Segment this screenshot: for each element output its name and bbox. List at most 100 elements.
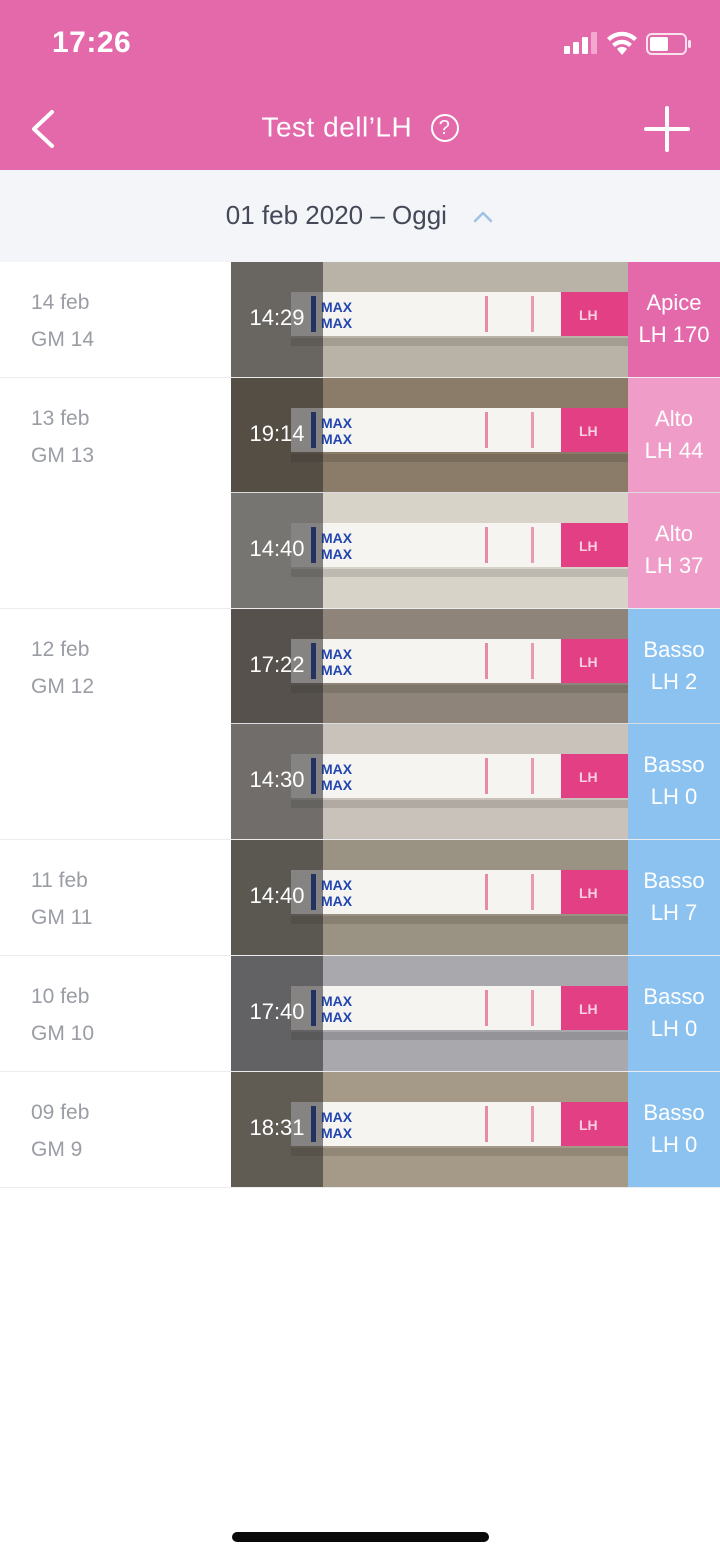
strip-max-label: MAX	[321, 530, 353, 546]
day-date: 09 feb	[31, 1101, 90, 1124]
strip-max-label: MAX	[321, 761, 353, 777]
help-icon[interactable]: ?	[430, 113, 459, 142]
result-level: Basso	[643, 752, 705, 777]
result-value: LH 0	[650, 784, 698, 809]
strip-max-label: MAX	[321, 646, 353, 662]
result-badge: Basso LH 2	[628, 609, 720, 723]
result-value: LH 2	[650, 669, 698, 694]
strip-max-label: MAX	[321, 315, 353, 331]
page-title: Test dell’LH ?	[0, 110, 720, 144]
result-level: Alto	[655, 521, 693, 546]
page-title-text: Test dell’LH	[261, 111, 413, 143]
time-band: 17:40	[231, 956, 323, 1071]
cycle-day: GM 13	[31, 444, 95, 467]
test-entry[interactable]: MAX MAX LH 19:14 Alto LH 44	[231, 378, 720, 493]
home-indicator	[232, 1532, 489, 1542]
add-button[interactable]	[640, 102, 694, 156]
result-badge: Alto LH 44	[628, 378, 720, 492]
result-level: Basso	[643, 1100, 705, 1125]
time-band: 14:29	[231, 262, 323, 377]
day-label: 10 feb GM 10	[31, 978, 94, 1052]
day-group: 13 feb GM 13 MAX MAX LH 19:14 Alto LH 44 MAX MAX L…	[0, 378, 720, 609]
test-time: 14:40	[249, 536, 305, 561]
test-entry[interactable]: MAX MAX LH 18:31 Basso LH 0	[231, 1072, 720, 1187]
strip-brand-mark: LH	[579, 307, 598, 323]
date-range-selector[interactable]: 01 feb 2020 – Oggi	[0, 200, 720, 231]
strip-brand-mark: LH	[579, 654, 598, 670]
strip-max-label: MAX	[321, 777, 353, 793]
status-time: 17:26	[52, 26, 132, 59]
cycle-day: GM 9	[31, 1138, 83, 1161]
result-badge: Basso LH 0	[628, 956, 720, 1071]
day-date: 13 feb	[31, 407, 90, 430]
result-badge: Basso LH 0	[628, 1072, 720, 1187]
battery-icon	[646, 33, 691, 55]
chevron-up-icon	[473, 211, 493, 223]
strip-max-label: MAX	[321, 662, 353, 678]
test-entry[interactable]: MAX MAX LH 14:30 Basso LH 0	[231, 724, 720, 839]
cycle-day: GM 14	[31, 328, 95, 351]
strip-brand-mark: LH	[579, 885, 598, 901]
cycle-day: GM 10	[31, 1022, 95, 1045]
strip-brand-mark: LH	[579, 769, 598, 785]
day-date: 12 feb	[31, 638, 90, 661]
strip-max-label: MAX	[321, 1109, 353, 1125]
strip-max-label: MAX	[321, 431, 353, 447]
day-date: 14 feb	[31, 291, 90, 314]
result-level: Apice	[646, 290, 702, 315]
test-entry[interactable]: MAX MAX LH 14:40 Alto LH 37	[231, 493, 720, 608]
day-date: 10 feb	[31, 985, 90, 1008]
test-entry[interactable]: MAX MAX LH 17:40 Basso LH 0	[231, 956, 720, 1071]
wifi-icon	[607, 31, 637, 55]
test-time: 14:30	[249, 767, 305, 792]
day-group: 12 feb GM 12 MAX MAX LH 17:22 Basso LH 2 MAX MAX L…	[0, 609, 720, 840]
strip-max-label: MAX	[321, 546, 353, 562]
test-time: 14:40	[249, 883, 305, 908]
strip-max-label: MAX	[321, 1009, 353, 1025]
strip-brand-mark: LH	[579, 1117, 598, 1133]
result-value: LH 7	[650, 900, 698, 925]
result-level: Basso	[643, 637, 705, 662]
test-time: 17:40	[249, 999, 305, 1024]
day-label: 13 feb GM 13	[31, 400, 94, 474]
result-badge: Alto LH 37	[628, 493, 720, 608]
test-time: 14:29	[249, 305, 305, 330]
strip-max-label: MAX	[321, 299, 353, 315]
result-badge: Basso LH 7	[628, 840, 720, 955]
test-list: 14 feb GM 14 MAX MAX LH 14:29 Apice LH 170 13 fe…	[0, 262, 720, 1188]
test-time: 18:31	[249, 1115, 305, 1140]
day-label: 14 feb GM 14	[31, 284, 94, 358]
time-band: 14:30	[231, 724, 323, 839]
test-time: 17:22	[249, 652, 305, 677]
day-group: 14 feb GM 14 MAX MAX LH 14:29 Apice LH 170	[0, 262, 720, 378]
strip-max-label: MAX	[321, 993, 353, 1009]
strip-brand-mark: LH	[579, 1001, 598, 1017]
test-time: 19:14	[249, 421, 305, 446]
time-band: 17:22	[231, 609, 323, 723]
strip-max-label: MAX	[321, 415, 353, 431]
time-band: 18:31	[231, 1072, 323, 1187]
day-group: 09 feb GM 9 MAX MAX LH 18:31 Basso LH 0	[0, 1072, 720, 1188]
result-value: LH 0	[650, 1132, 698, 1157]
day-label: 11 feb GM 11	[31, 862, 92, 936]
day-group: 10 feb GM 10 MAX MAX LH 17:40 Basso LH 0	[0, 956, 720, 1072]
result-value: LH 0	[650, 1016, 698, 1041]
time-band: 14:40	[231, 840, 323, 955]
result-level: Alto	[655, 406, 693, 431]
nav-bar: Test dell’LH ?	[0, 88, 720, 170]
day-label: 09 feb GM 9	[31, 1094, 89, 1168]
strip-max-label: MAX	[321, 1125, 353, 1141]
result-level: Basso	[643, 984, 705, 1009]
time-band: 14:40	[231, 493, 323, 608]
result-value: LH 170	[638, 322, 710, 347]
day-date: 11 feb	[31, 869, 88, 892]
strip-max-label: MAX	[321, 893, 353, 909]
result-value: LH 44	[644, 438, 704, 463]
result-level: Basso	[643, 868, 705, 893]
test-entry[interactable]: MAX MAX LH 14:40 Basso LH 7	[231, 840, 720, 955]
signal-icon	[564, 32, 597, 54]
test-entry[interactable]: MAX MAX LH 14:29 Apice LH 170	[231, 262, 720, 377]
status-bar: 17:26	[0, 0, 720, 88]
test-entry[interactable]: MAX MAX LH 17:22 Basso LH 2	[231, 609, 720, 724]
date-range-label: 01 feb 2020 – Oggi	[225, 200, 447, 230]
